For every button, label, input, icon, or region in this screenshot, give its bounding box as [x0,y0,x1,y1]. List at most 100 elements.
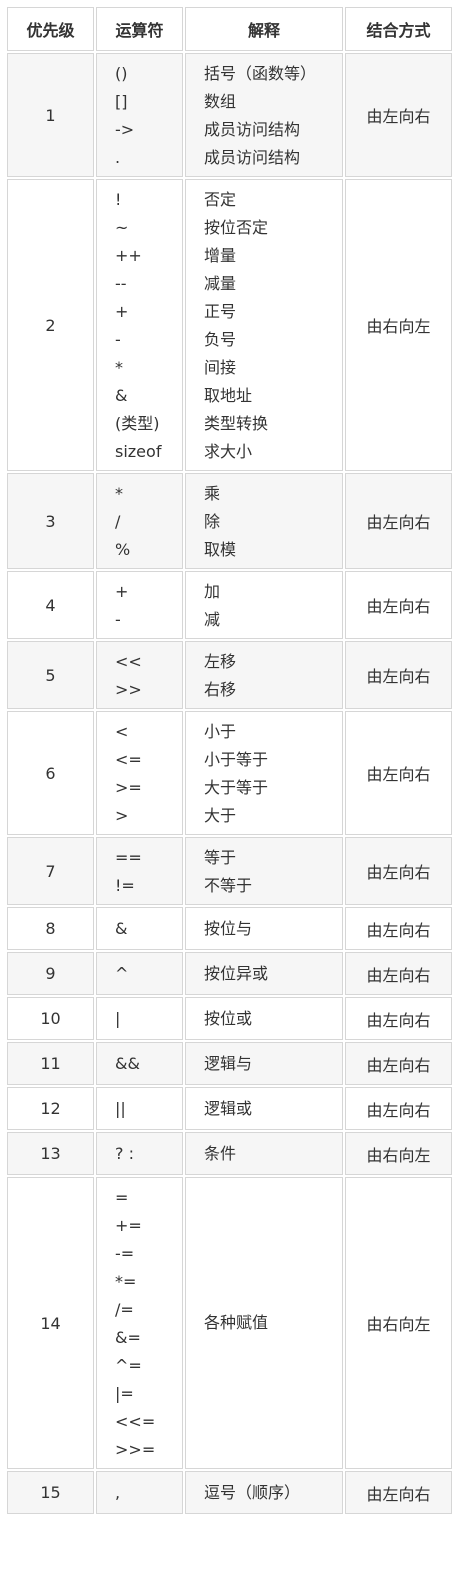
description-cell: 逗号（顺序） [185,1471,343,1514]
table-row: 7 == != 等于 不等于 由左向右 [7,837,452,905]
associativity-cell: 由左向右 [345,641,452,709]
description-cell: 逻辑与 [185,1042,343,1085]
operator-symbol: <= [115,750,142,769]
operator-symbol: ! [115,190,122,209]
header-description: 解释 [185,7,343,51]
operator-precedence-table: 优先级 运算符 解释 结合方式 1()[] ->. 括号（函数等） 数组 成员访问结构成… [5,5,454,1516]
operator-symbol: && [115,1053,140,1073]
table-row: 10 | 按位或 由左向右 [7,997,452,1040]
operator-symbol: / [115,512,121,531]
associativity-cell: 由左向右 [345,473,452,569]
header-row: 优先级 运算符 解释 结合方式 [7,7,452,51]
description-text: 按位或 [204,1008,253,1028]
description-text: 数组 [204,92,237,111]
table-row: 15, 逗号（顺序） 由左向右 [7,1471,452,1514]
description-cell: 按位异或 [185,952,343,995]
description-text: 逗号（顺序） [204,1482,301,1502]
description-cell: 左移 右移 [185,641,343,709]
operator-cell: () [] ->. [96,53,183,177]
operator-symbol: . [115,148,121,167]
precedence-cell: 2 [7,179,94,471]
description-text: 否定 [204,190,237,209]
associativity-cell: 由左向右 [345,571,452,639]
table-row: 6 < <= >= > 小于 小于等于 大于等于 大于 由左向右 [7,711,452,835]
description-text: 逻辑或 [204,1098,253,1118]
operator-symbol: ~ [115,218,129,237]
description-text: 右移 [204,680,237,699]
description-text: 取模 [204,540,237,559]
operator-cell: ! ~ ++ -- + - * & (类型) sizeof [96,179,183,471]
precedence-cell: 8 [7,907,94,950]
description-cell: 括号（函数等） 数组 成员访问结构 成员访问结构 [185,53,343,177]
table-row: 8 & 按位与 由左向右 [7,907,452,950]
associativity-cell: 由右向左 [345,1177,452,1469]
table-row: 4 + - 加减由左向右 [7,571,452,639]
associativity-cell: 由左向右 [345,1042,452,1085]
precedence-cell: 3 [7,473,94,569]
associativity-cell: 由左向右 [345,711,452,835]
precedence-cell: 6 [7,711,94,835]
operator-symbol: != [115,876,135,895]
precedence-cell: 10 [7,997,94,1040]
description-text: 增量 [204,246,237,265]
header-operator: 运算符 [96,7,183,51]
description-text: 减量 [204,274,237,293]
description-text: 等于 [204,848,237,867]
operator-symbol: ? : [115,1143,134,1163]
operator-cell: < <= >= > [96,711,183,835]
description-text: 乘 [204,484,221,503]
operator-cell: , [96,1471,183,1514]
table-row: 3 * /% 乘除取模 由左向右 [7,473,452,569]
description-cell: 按位或 [185,997,343,1040]
operator-symbol: sizeof [115,442,162,461]
description-text: 不等于 [204,876,253,895]
description-cell: 等于 不等于 [185,837,343,905]
description-text: 正号 [204,302,237,321]
description-text: 负号 [204,330,237,349]
associativity-cell: 由左向右 [345,53,452,177]
operator-symbol: |= [115,1384,134,1403]
precedence-cell: 12 [7,1087,94,1130]
description-text: 减 [204,610,221,629]
operator-symbol: [] [115,92,128,111]
description-cell: 条件 [185,1132,343,1175]
precedence-cell: 4 [7,571,94,639]
associativity-cell: 由左向右 [345,1471,452,1514]
description-text: 间接 [204,358,237,377]
table-row: 9 ^ 按位异或 由左向右 [7,952,452,995]
description-text: 按位否定 [204,218,269,237]
table-body: 1()[] ->. 括号（函数等） 数组 成员访问结构 成员访问结构 由左向右 2! ~ ++ --… [7,53,452,1514]
associativity-cell: 由右向左 [345,1132,452,1175]
description-text: 成员访问结构 [204,120,301,139]
operator-symbol: & [115,918,128,938]
operator-symbol: -- [115,274,127,293]
description-text: 大于等于 [204,778,269,797]
operator-symbol: += [115,1216,142,1235]
operator-symbol: (类型) [115,414,160,433]
operator-symbol: || [115,1098,126,1118]
operator-symbol: | [115,1008,121,1028]
operator-symbol: () [115,64,128,83]
operator-symbol: -> [115,120,135,139]
precedence-cell: 14 [7,1177,94,1469]
precedence-cell: 9 [7,952,94,995]
description-text: 求大小 [204,442,253,461]
operator-cell: || [96,1087,183,1130]
operator-symbol: * [115,358,123,377]
operator-symbol: <<= [115,1412,156,1431]
operator-symbol: >> [115,680,142,699]
table-row: 11 && 逻辑与 由左向右 [7,1042,452,1085]
operator-symbol: >= [115,778,142,797]
operator-symbol: *= [115,1272,137,1291]
operator-symbol: , [115,1482,121,1502]
description-text: 大于 [204,806,237,825]
description-text: 按位异或 [204,963,269,983]
description-cell: 逻辑或 [185,1087,343,1130]
operator-cell: & [96,907,183,950]
operator-symbol: + [115,582,129,601]
description-text: 逻辑与 [204,1053,253,1073]
description-text: 左移 [204,652,237,671]
operator-cell: ? : [96,1132,183,1175]
operator-symbol: ^ [115,963,129,983]
description-text: 条件 [204,1143,237,1163]
